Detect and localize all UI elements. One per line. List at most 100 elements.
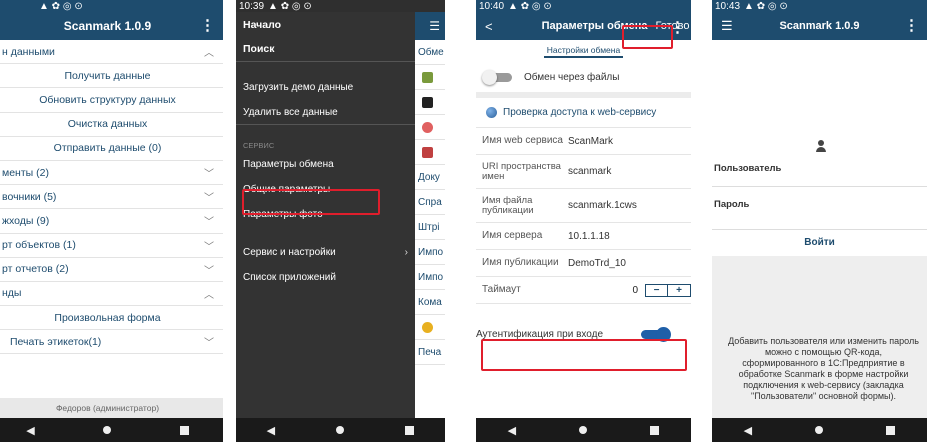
- main-list-item[interactable]: Кома: [415, 290, 445, 315]
- back-icon[interactable]: ◀: [744, 424, 752, 437]
- password-field[interactable]: Пароль: [712, 187, 927, 230]
- settings-field-row[interactable]: Имя web сервиса ScanMark: [476, 128, 691, 155]
- field-value[interactable]: scanmark: [568, 166, 611, 177]
- hamburger-icon[interactable]: ☰: [721, 18, 733, 34]
- field-label: Имя публикации: [482, 256, 559, 268]
- settings-field-row[interactable]: URI пространства имен scanmark: [476, 155, 691, 189]
- menu-group-label: н данными: [2, 45, 55, 58]
- main-list-label: Штрі: [418, 221, 440, 233]
- menu-action[interactable]: Получить данные: [0, 64, 223, 89]
- kebab-menu-icon[interactable]: ⋮: [904, 18, 919, 33]
- chevron-down-icon: ﹀: [204, 338, 214, 350]
- hamburger-icon[interactable]: ☰: [429, 19, 440, 33]
- back-arrow-icon[interactable]: <: [476, 19, 493, 34]
- file-exchange-toggle-row[interactable]: Обмен через файлы: [476, 62, 691, 92]
- field-value[interactable]: scanmark.1cws: [568, 200, 637, 211]
- menu-action[interactable]: Обновить структуру данных: [0, 88, 223, 113]
- menu-group-label: нды: [2, 287, 22, 300]
- login-button[interactable]: Войти: [712, 230, 927, 254]
- highlight-box-auth: [481, 339, 687, 371]
- main-list-item[interactable]: Печа: [415, 340, 445, 365]
- field-value[interactable]: DemoTrd_10: [568, 258, 626, 269]
- main-list-item[interactable]: Штрі: [415, 215, 445, 240]
- back-icon[interactable]: ◀: [26, 424, 34, 437]
- tab-exchange-settings[interactable]: Настройки обмена: [543, 44, 624, 58]
- field-value[interactable]: 10.1.1.18: [568, 231, 610, 242]
- timeout-label: Таймаут: [482, 283, 521, 295]
- main-list-label: Импо: [418, 246, 444, 258]
- home-icon[interactable]: [336, 426, 345, 434]
- main-list-item[interactable]: Импо: [415, 240, 445, 265]
- menu-group-header[interactable]: менты (2) ﹀: [0, 161, 223, 186]
- menu-group-header[interactable]: рт отчетов (2) ﹀: [0, 258, 223, 282]
- file-exchange-toggle[interactable]: [482, 70, 514, 85]
- user-field[interactable]: Пользователь: [712, 151, 927, 187]
- check-access-row[interactable]: Проверка доступа к web-сервису: [476, 98, 691, 128]
- menu-action[interactable]: Отправить данные (0): [0, 137, 223, 161]
- drawer-item[interactable]: Начало: [236, 12, 415, 37]
- home-icon[interactable]: [103, 426, 112, 434]
- recents-icon[interactable]: [405, 425, 415, 435]
- status-icons: ▲ ✿ ◎ ⊙: [39, 0, 83, 12]
- drawer-item[interactable]: [236, 125, 415, 138]
- home-icon[interactable]: [579, 426, 588, 434]
- drawer-item-label: Поиск: [243, 43, 275, 55]
- main-list-item[interactable]: Обме: [415, 40, 445, 65]
- barcode-icon: [422, 96, 433, 108]
- drawer-item[interactable]: Загрузить демо данные: [236, 75, 415, 100]
- menu-group-header[interactable]: рт объектов (1) ﹀: [0, 234, 223, 258]
- back-icon[interactable]: ◀: [508, 424, 516, 437]
- check-access-label: Проверка доступа к web-сервису: [503, 107, 657, 118]
- main-list-item[interactable]: [415, 90, 445, 115]
- field-value[interactable]: ScanMark: [568, 136, 613, 147]
- increment-button[interactable]: +: [668, 285, 690, 296]
- auth-label: Аутентификация при входе: [476, 328, 604, 340]
- menu-action[interactable]: Произвольная форма: [0, 306, 223, 331]
- status-icons: ▲ ✿ ◎ ⊙: [268, 0, 312, 12]
- drawer-item[interactable]: [236, 227, 415, 240]
- menu-group-label: рт объектов (1): [2, 239, 76, 252]
- menu-group-header[interactable]: Печать этикеток(1) ﹀: [0, 330, 223, 355]
- settings-field-row[interactable]: Имя файла публикации scanmark.1cws: [476, 189, 691, 223]
- home-icon[interactable]: [815, 426, 824, 434]
- settings-field-row[interactable]: Имя сервера 10.1.1.18: [476, 223, 691, 250]
- menu-list: н данными ︿ Получить данные Обновить структ…: [0, 40, 223, 355]
- main-list-item[interactable]: [415, 140, 445, 165]
- settings-field-row[interactable]: Имя публикации DemoTrd_10: [476, 250, 691, 277]
- menu-group-header[interactable]: вочники (5) ﹀: [0, 185, 223, 210]
- menu-group-header[interactable]: нды ︿: [0, 282, 223, 307]
- decrement-button[interactable]: −: [646, 284, 668, 296]
- drawer-item[interactable]: Удалить все данные: [236, 100, 415, 125]
- drawer-item[interactable]: [236, 62, 415, 75]
- phone-screen-exchange-settings: 10:40 ▲ ✿ ◎ ⊙ < Параметры обмена Готово …: [476, 0, 691, 442]
- menu-group-header[interactable]: н данными ︿: [0, 40, 223, 65]
- phone-screen-login: 10:43 ▲ ✿ ◎ ⊙ ☰ Scanmark 1.0.9 ⋮ Пользов…: [712, 0, 927, 442]
- user-label: Пользователь: [714, 163, 782, 174]
- menu-group-header[interactable]: жходы (9) ﹀: [0, 209, 223, 234]
- back-icon[interactable]: ◀: [267, 424, 275, 437]
- drawer-item[interactable]: Список приложений: [236, 265, 415, 290]
- kebab-menu-icon[interactable]: ⋮: [200, 18, 215, 33]
- app-title: Scanmark 1.0.9: [63, 19, 152, 33]
- main-list-item[interactable]: [415, 315, 445, 340]
- menu-action-label: Отправить данные (0): [53, 142, 162, 155]
- drawer-item[interactable]: Поиск: [236, 37, 415, 62]
- main-list-item[interactable]: Доку: [415, 165, 445, 190]
- status-bar: ▲ ✿ ◎ ⊙: [0, 0, 223, 12]
- recents-icon[interactable]: [886, 425, 896, 435]
- android-nav-bar: ◀: [712, 418, 927, 442]
- drawer-item[interactable]: Параметры обмена: [236, 152, 415, 177]
- drawer-item[interactable]: Сервис и настройки ›: [236, 240, 415, 265]
- recents-icon[interactable]: [650, 425, 660, 435]
- password-label: Пароль: [714, 199, 750, 210]
- main-list-item[interactable]: Спра: [415, 190, 445, 215]
- main-list-item[interactable]: [415, 115, 445, 140]
- main-list-item[interactable]: Импо: [415, 265, 445, 290]
- recents-icon[interactable]: [179, 425, 189, 435]
- menu-action[interactable]: Очистка данных: [0, 113, 223, 137]
- box-arrow-icon: [422, 71, 433, 83]
- timeout-value[interactable]: 0: [626, 285, 638, 296]
- main-list-item[interactable]: [415, 65, 445, 90]
- drawer-item-label: Сервис и настройки: [243, 247, 336, 258]
- status-icons: ▲ ✿ ◎ ⊙: [744, 0, 788, 12]
